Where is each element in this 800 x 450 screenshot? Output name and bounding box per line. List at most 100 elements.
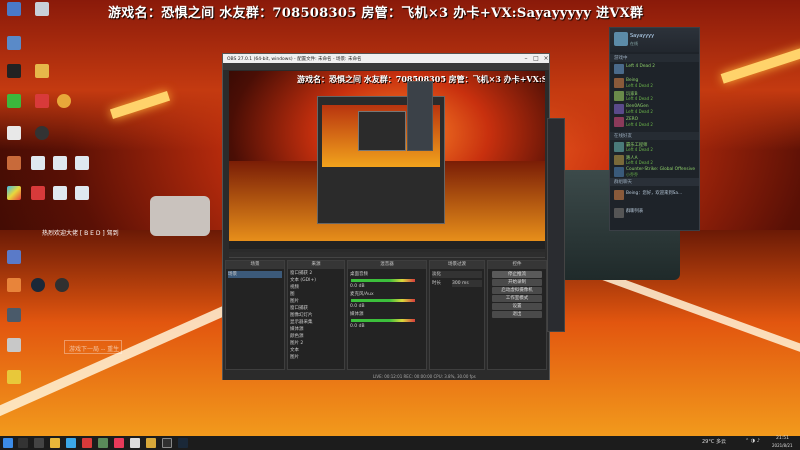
desktop-icon[interactable] [0, 308, 28, 324]
source-item[interactable]: 图片 2 [290, 340, 342, 347]
avatar [614, 155, 624, 165]
duration-input[interactable]: 300 ms [452, 280, 482, 287]
start-icon[interactable] [3, 438, 13, 448]
panel-title: 控件 [488, 261, 546, 269]
virtual-camera-button[interactable]: 启动虚拟摄像机 [492, 287, 542, 294]
friend-item[interactable]: ZERO Left 4 Dead 2 [614, 117, 699, 129]
group-chat-header[interactable]: 群组聊天 [610, 178, 699, 186]
nested-obs-window-inner [358, 111, 406, 151]
panel-title: 场景 [226, 261, 284, 269]
source-item[interactable]: 图片 [290, 298, 342, 305]
panel-title: 混音器 [348, 261, 426, 269]
source-item[interactable]: 文本 [290, 347, 342, 354]
avatar[interactable] [614, 32, 628, 46]
taskbar-app-icon[interactable] [130, 438, 140, 448]
avatar [614, 104, 624, 114]
file-explorer-icon[interactable] [50, 438, 60, 448]
obs-preview[interactable]: 游戏名：恐惧之间 水友群：708508305 房管：飞机×3 办卡+VX:Say… [229, 71, 545, 249]
source-item[interactable]: 显示器采集 [290, 319, 342, 326]
friend-game: Left 4 Dead 2 [626, 160, 653, 165]
preview-taskbar [229, 241, 545, 249]
welcome-overlay-text: 热烈欢迎大佬 [ B E D ] 驾到 [42, 230, 119, 237]
mixer-channel-level: 0.0 dB [350, 284, 365, 289]
duration-label: 时长 [432, 281, 441, 286]
friends-group-header[interactable]: 在线好友 [610, 132, 699, 140]
studio-mode-button[interactable]: 工作室模式 [492, 295, 542, 302]
minimize-icon[interactable]: – [521, 54, 531, 63]
steam-icon[interactable] [178, 438, 188, 448]
friend-item[interactable]: Left 4 Dead 2 [614, 64, 699, 76]
avatar [614, 167, 624, 177]
scene-item[interactable]: 场景 [228, 271, 282, 278]
steam-user-name: Sayayyyy [630, 33, 655, 39]
browser-icon[interactable] [66, 438, 76, 448]
desktop-icon[interactable] [0, 250, 28, 266]
obs-menu-bar[interactable] [223, 63, 549, 70]
source-item[interactable]: 窗口捕获 2 [290, 270, 342, 277]
desktop-icon[interactable] [0, 338, 28, 354]
maximize-icon[interactable]: □ [531, 54, 541, 63]
chat-item[interactable]: Being：您好，欢迎来到Sa... [614, 190, 699, 202]
close-icon[interactable]: × [541, 54, 551, 63]
source-item[interactable]: 颜色源 [290, 333, 342, 340]
controls-panel: 控件 停止推流 开始录制 启动虚拟摄像机 工作室模式 设置 退出 [487, 260, 547, 370]
clock-time[interactable]: 21:51 [776, 436, 789, 441]
exit-button[interactable]: 退出 [492, 311, 542, 318]
taskbar-app-icon[interactable] [114, 438, 124, 448]
obs-studio-icon[interactable] [48, 278, 76, 294]
source-item[interactable]: 图 [290, 291, 342, 298]
avatar [614, 117, 624, 127]
sources-panel: 来源 窗口捕获 2 文本 (GDI+) 视频 图 图片 窗口捕获 图像幻灯片 显… [287, 260, 345, 370]
mixer-channel-name: 麦克风/Aux [350, 292, 374, 297]
avatar [614, 208, 624, 218]
avatar [614, 190, 624, 200]
settings-button[interactable]: 设置 [492, 303, 542, 310]
taskbar-app-icon[interactable] [82, 438, 92, 448]
steam-user-status: 在线 [630, 41, 638, 46]
friend-item[interactable]: 路人A Left 4 Dead 2 [614, 155, 699, 167]
desktop-icon[interactable] [0, 370, 28, 386]
friends-group-header[interactable]: 游戏中 [610, 54, 699, 62]
start-recording-button[interactable]: 开始录制 [492, 279, 542, 286]
source-item[interactable]: 视频 [290, 284, 342, 291]
desktop-icon[interactable] [28, 126, 56, 142]
desktop-icon[interactable] [50, 94, 78, 110]
desktop-icon[interactable] [0, 2, 28, 18]
taskbar-app-icon[interactable] [98, 438, 108, 448]
chat-list-label: 群聊列表 [626, 209, 644, 214]
source-item[interactable]: 图像幻灯片 [290, 312, 342, 319]
friend-item[interactable]: 霸乐工程师 Left 4 Dead 2 [614, 142, 699, 154]
car-image [150, 196, 210, 236]
tray-icons[interactable]: ⌃ ◑ ♪ [745, 438, 760, 444]
steam-friends-panel: Sayayyyy 在线 游戏中 Left 4 Dead 2 Being Left… [609, 27, 700, 231]
recycle-bin-icon[interactable] [28, 2, 56, 18]
desktop-icon[interactable] [0, 36, 28, 52]
stream-banner: 游戏名：恐惧之间 水友群：708508305 房管：飞机×3 办卡+VX:Say… [108, 6, 644, 21]
document-icon[interactable] [0, 126, 28, 142]
shortcut-icon[interactable] [68, 156, 96, 172]
source-item[interactable]: 媒体源 [290, 326, 342, 333]
side-toolbar[interactable] [547, 118, 565, 332]
nested-steam-panel [407, 81, 433, 151]
chat-list-item[interactable]: 群聊列表 [614, 208, 699, 220]
wechat-icon[interactable] [0, 94, 28, 110]
friend-item[interactable]: Ben0AGen Left 4 Dead 2 [614, 104, 699, 116]
friend-item[interactable]: 玩家B Left 4 Dead 2 [614, 91, 699, 103]
source-item[interactable]: 窗口捕获 [290, 305, 342, 312]
taskbar-app-icon[interactable] [146, 438, 156, 448]
shortcut-icon[interactable] [68, 186, 96, 202]
friend-item[interactable]: Being Left 4 Dead 2 [614, 78, 699, 90]
clock-date[interactable]: 2021/8/21 [772, 443, 793, 448]
stop-streaming-button[interactable]: 停止推流 [492, 271, 542, 278]
search-icon[interactable] [18, 438, 28, 448]
weather-text[interactable]: 29°C 多云 [702, 438, 726, 445]
source-item[interactable]: 图片 [290, 354, 342, 361]
scenes-panel: 场景 场景 [225, 260, 285, 370]
task-view-icon[interactable] [34, 438, 44, 448]
epic-games-icon[interactable] [0, 64, 28, 80]
source-item[interactable]: 文本 (GDI+) [290, 277, 342, 284]
friend-game: Left 4 Dead 2 [626, 96, 653, 101]
obs-studio-icon[interactable] [162, 438, 172, 448]
folder-icon[interactable] [28, 64, 56, 80]
transition-select[interactable]: 淡化 [432, 271, 482, 278]
